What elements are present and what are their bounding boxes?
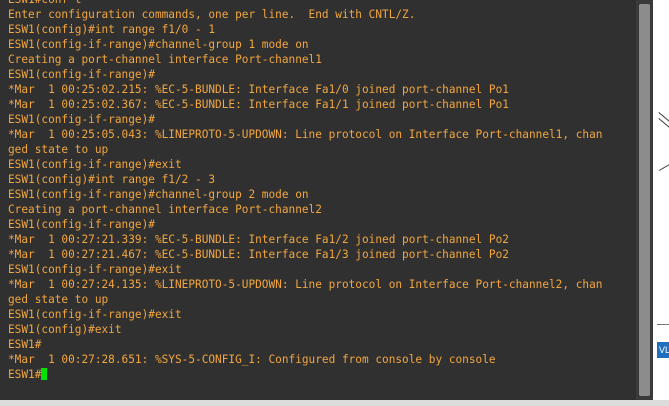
text-cursor [41,368,48,380]
terminal-line: ESW1(config-if-range)#channel-group 2 mo… [8,188,309,201]
terminal-line: ESW1(config-if-range)# [8,68,155,81]
terminal-output: ESW1#conf tEnter configuration commands,… [8,0,602,382]
terminal-line: *Mar 1 00:27:21.339: %EC-5-BUNDLE: Inter… [8,233,509,246]
terminal-line: *Mar 1 00:25:05.043: %LINEPROTO-5-UPDOWN… [8,128,603,141]
terminal-line: *Mar 1 00:25:02.367: %EC-5-BUNDLE: Inter… [8,98,509,111]
terminal-line: ESW1(config)#int range f1/2 - 3 [8,173,216,186]
topology-link-line [657,324,669,325]
terminal-line: Enter configuration commands, one per li… [8,8,416,21]
terminal-line: ESW1(config-if-range)#exit [8,263,182,276]
terminal-line: ESW1(config-if-range)#exit [8,158,182,171]
terminal-console[interactable]: ESW1#conf tEnter configuration commands,… [0,0,636,400]
terminal-line: *Mar 1 00:27:28.651: %SYS-5-CONFIG_I: Co… [8,353,496,366]
scrollbar-thumb[interactable] [639,4,650,396]
terminal-prompt: ESW1# [8,368,42,381]
terminal-line: ESW1# [8,338,42,351]
vertical-scrollbar[interactable] [636,0,653,400]
terminal-line: ESW1(config)#int range f1/0 - 1 [8,23,216,36]
terminal-line: Creating a port-channel interface Port-c… [8,53,322,66]
terminal-line: ESW1(config)#exit [8,323,122,336]
window-bottom-edge [0,400,669,406]
terminal-line: ESW1(config-if-range)#channel-group 1 mo… [8,38,309,51]
terminal-prompt-line[interactable]: ESW1# [8,367,602,382]
terminal-line: ESW1(config-if-range)# [8,218,155,231]
topology-link-line [659,164,669,171]
terminal-line: *Mar 1 00:25:02.215: %EC-5-BUNDLE: Inter… [8,83,509,96]
terminal-line: ESW1#conf t [8,0,602,7]
terminal-line: *Mar 1 00:27:24.135: %LINEPROTO-5-UPDOWN… [8,278,603,291]
terminal-window: ESW1#conf tEnter configuration commands,… [0,0,669,406]
terminal-line: ged state to up [8,143,109,156]
terminal-line: Creating a port-channel interface Port-c… [8,203,322,216]
terminal-line: ged state to up [8,293,109,306]
terminal-line: ESW1(config-if-range)# [8,113,155,126]
partial-device-label[interactable]: VL [657,342,669,358]
terminal-line: *Mar 1 00:27:21.467: %EC-5-BUNDLE: Inter… [8,248,509,261]
terminal-line: ESW1(config-if-range)#exit [8,308,182,321]
